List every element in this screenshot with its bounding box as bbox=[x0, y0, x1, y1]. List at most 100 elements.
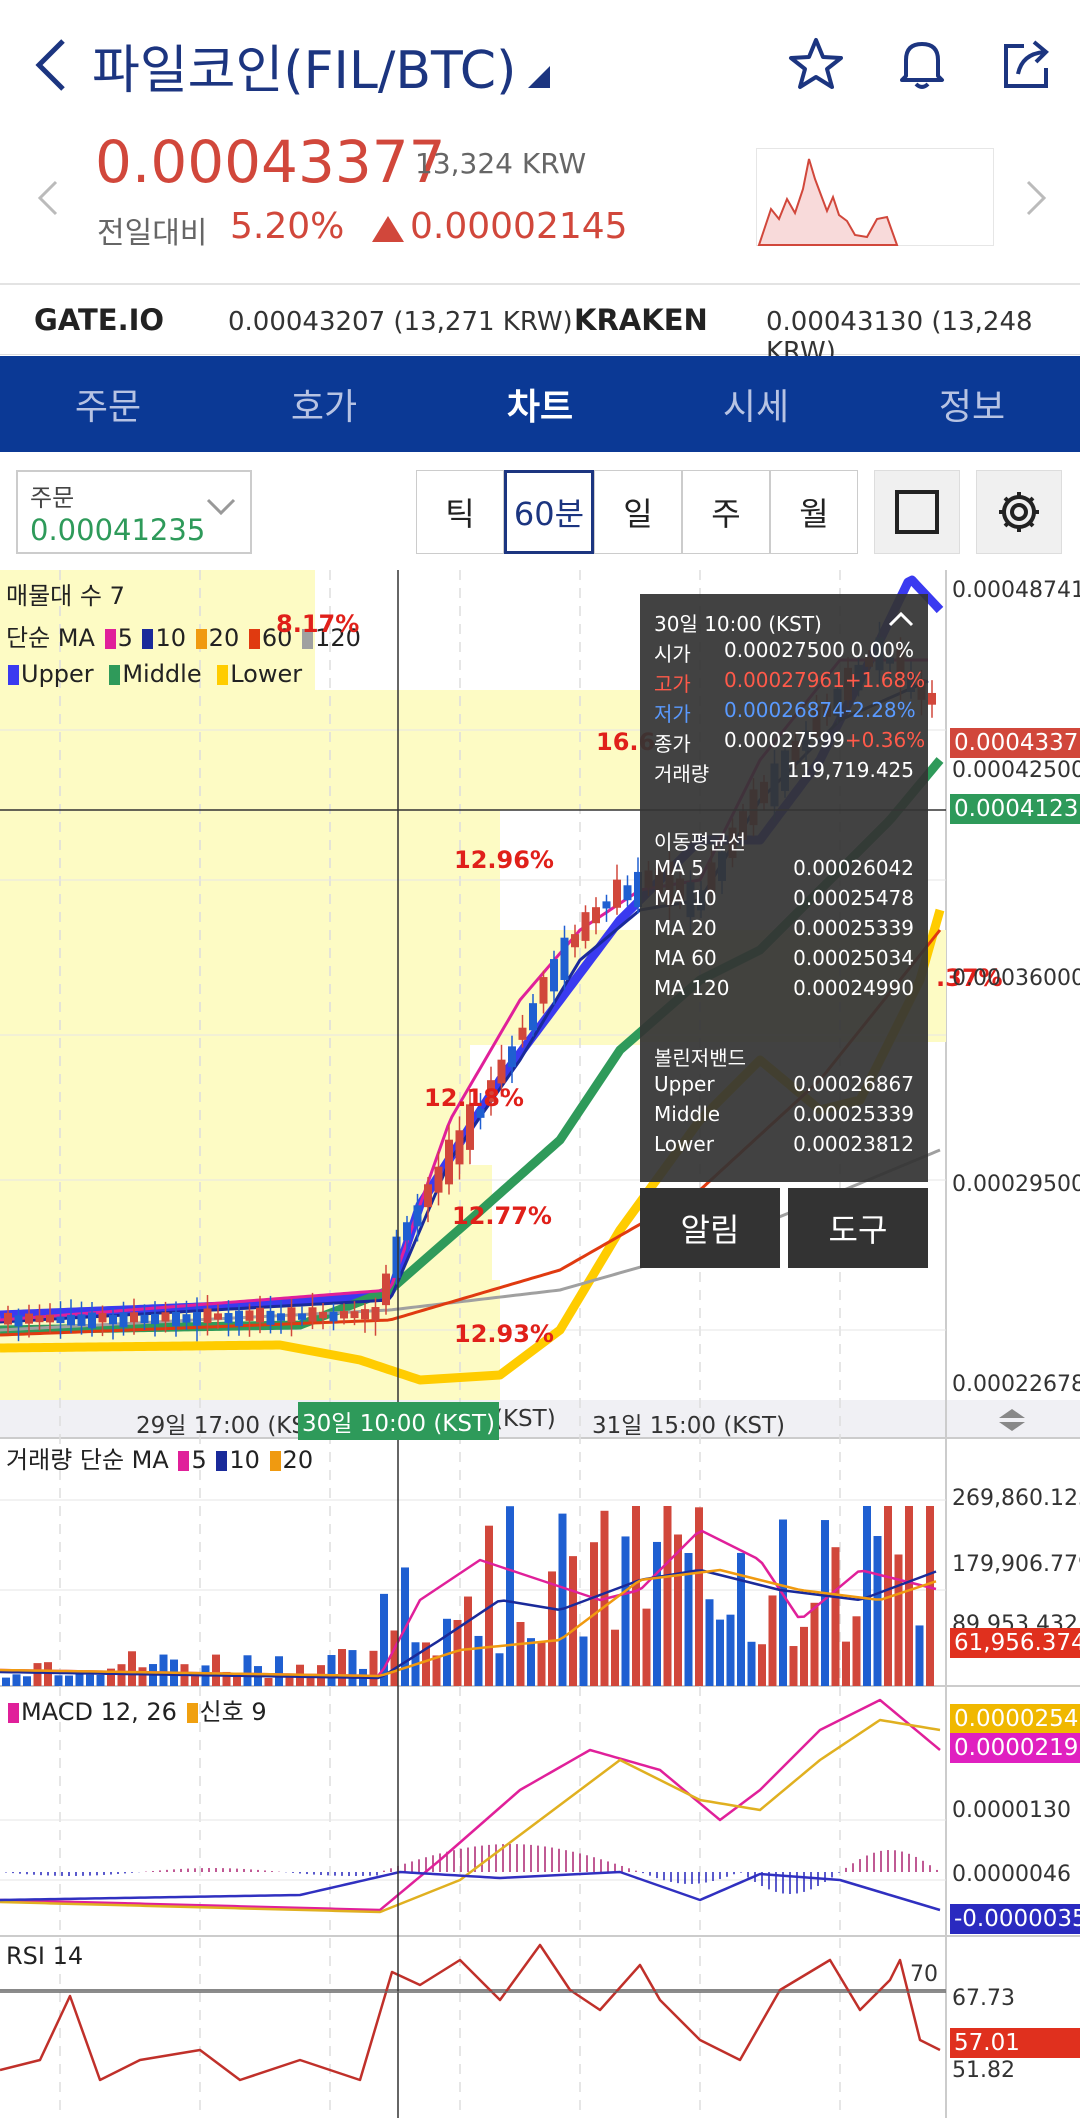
volume-bar bbox=[537, 1642, 546, 1686]
tab-order[interactable]: 주문 bbox=[0, 356, 216, 452]
candle bbox=[529, 1003, 537, 1031]
price-scale-label: 0.00036000 bbox=[952, 966, 1080, 991]
volume-bar bbox=[611, 1629, 619, 1686]
change-amount: 0.00002145 bbox=[410, 206, 628, 247]
tooltip-key: MA 10 bbox=[654, 886, 717, 910]
vma20-label: 20 bbox=[282, 1446, 314, 1474]
tooltip-value: 0.00026042 bbox=[793, 856, 914, 880]
volume-bar bbox=[579, 1636, 588, 1686]
candle bbox=[518, 1027, 527, 1040]
volume-bar bbox=[642, 1608, 651, 1686]
settings-button[interactable] bbox=[976, 470, 1062, 554]
signal-swatch bbox=[186, 1703, 198, 1723]
next-arrow-icon[interactable] bbox=[1018, 176, 1054, 220]
tab-market[interactable]: 시세 bbox=[648, 356, 864, 452]
volume-bar bbox=[516, 1621, 525, 1686]
tooltip-key: 시가 bbox=[654, 642, 691, 666]
tab-orderbook[interactable]: 호가 bbox=[216, 356, 432, 452]
candle bbox=[235, 1310, 243, 1327]
candle bbox=[319, 1311, 327, 1319]
interval-day[interactable]: 일 bbox=[594, 470, 682, 554]
star-icon[interactable] bbox=[788, 36, 844, 92]
tooltip-section-title: 볼린저밴드 bbox=[654, 1046, 746, 1070]
tooltip-ma-row: MA 10 0.00025478 bbox=[654, 886, 914, 910]
volume-bar bbox=[432, 1655, 441, 1686]
volume-bar bbox=[96, 1674, 105, 1686]
tooltip-key: Lower bbox=[654, 1132, 714, 1156]
candle bbox=[403, 1222, 411, 1241]
candle bbox=[46, 1314, 54, 1323]
mini-chart[interactable] bbox=[756, 148, 994, 246]
tooltip-value: 0.00027599 bbox=[724, 728, 845, 752]
tooltip-bb-row: Upper 0.00026867 bbox=[654, 1072, 914, 1096]
tooltip-key: MA 120 bbox=[654, 976, 730, 1000]
bell-icon[interactable] bbox=[894, 36, 950, 92]
candle bbox=[256, 1307, 264, 1323]
volume-bar bbox=[705, 1599, 714, 1686]
interval-60min[interactable]: 60분 bbox=[504, 470, 594, 554]
fullscreen-button[interactable] bbox=[874, 470, 960, 554]
ma20-swatch bbox=[195, 629, 207, 649]
candle bbox=[455, 1130, 464, 1165]
vma5-label: 5 bbox=[191, 1446, 207, 1474]
percent-label: 8.17% bbox=[276, 610, 360, 638]
coin-title[interactable]: 파일코인(FIL/BTC) bbox=[92, 28, 551, 103]
order-price-dropdown[interactable]: 주문 0.00041235 bbox=[16, 470, 252, 554]
volume-bar bbox=[54, 1675, 63, 1686]
volume-bar bbox=[348, 1650, 357, 1686]
volume-bar bbox=[243, 1655, 252, 1686]
change-label: 전일대비 bbox=[97, 216, 208, 251]
tooltip-value: 0.00026874 bbox=[724, 698, 845, 722]
prev-arrow-icon[interactable] bbox=[30, 176, 66, 220]
candle bbox=[497, 1059, 506, 1084]
candle bbox=[298, 1313, 306, 1320]
macd-tag: 0.0000219 bbox=[950, 1733, 1080, 1763]
volume-bar bbox=[65, 1675, 73, 1686]
interval-week[interactable]: 주 bbox=[682, 470, 770, 554]
tooltip-value: 0.00026867 bbox=[793, 1072, 914, 1096]
back-icon[interactable] bbox=[26, 39, 76, 91]
resize-handle-icon[interactable] bbox=[994, 1404, 1030, 1436]
tooltip-ma-title: 이동평균선 bbox=[654, 826, 914, 855]
exchange-compare-row: GATE.IO 0.00043207 (13,271 KRW) KRAKEN 0… bbox=[0, 287, 1080, 367]
candle bbox=[340, 1311, 348, 1319]
volume-bar bbox=[159, 1654, 168, 1686]
tooltip-pct: +0.36% bbox=[844, 728, 926, 752]
volume-bar bbox=[506, 1506, 514, 1686]
volume-bar bbox=[779, 1519, 787, 1686]
crosshair-tooltip: 30일 10:00 (KST) 시가 0.00027500 0.00% 고가 0.00… bbox=[640, 594, 928, 1182]
candle bbox=[308, 1307, 317, 1322]
interval-month[interactable]: 월 bbox=[770, 470, 858, 554]
candle bbox=[266, 1310, 275, 1325]
candle bbox=[140, 1314, 149, 1324]
tooltip-value: 0.00025034 bbox=[793, 946, 914, 970]
tooltip-value: 0.00025339 bbox=[793, 916, 914, 940]
interval-tick[interactable]: 틱 bbox=[416, 470, 504, 554]
candle bbox=[203, 1308, 212, 1324]
tab-info[interactable]: 정보 bbox=[864, 356, 1080, 452]
tooltip-low-row: 저가 0.00026874 -2.28% bbox=[654, 698, 916, 727]
volume-bar bbox=[831, 1547, 840, 1686]
candle bbox=[413, 1205, 422, 1227]
current-price: 0.00043377 bbox=[95, 128, 446, 196]
tooltip-open-row: 시가 0.00027500 0.00% bbox=[654, 638, 914, 667]
volume-bar bbox=[810, 1602, 819, 1686]
dropdown-triangle-icon[interactable] bbox=[528, 66, 551, 88]
rsi-tag: 57.01 bbox=[950, 2028, 1080, 2058]
tab-chart[interactable]: 차트 bbox=[432, 356, 648, 452]
share-icon[interactable] bbox=[998, 36, 1054, 92]
candle bbox=[287, 1307, 296, 1323]
macd-legend: MACD 12, 26 신호 9 bbox=[6, 1692, 267, 1727]
alert-button[interactable]: 알림 bbox=[640, 1188, 780, 1268]
volume-profile-bar bbox=[0, 1045, 470, 1165]
tools-button[interactable]: 도구 bbox=[788, 1188, 928, 1268]
candle bbox=[361, 1309, 369, 1320]
candle bbox=[592, 907, 600, 924]
volume-bar bbox=[128, 1651, 136, 1686]
price-scale-label: 0.00029500 bbox=[952, 1172, 1080, 1197]
volume-bar bbox=[894, 1554, 903, 1686]
collapse-icon[interactable] bbox=[888, 608, 914, 637]
volume-bar bbox=[621, 1536, 630, 1686]
candle bbox=[88, 1312, 96, 1329]
volume-bar bbox=[548, 1571, 556, 1686]
